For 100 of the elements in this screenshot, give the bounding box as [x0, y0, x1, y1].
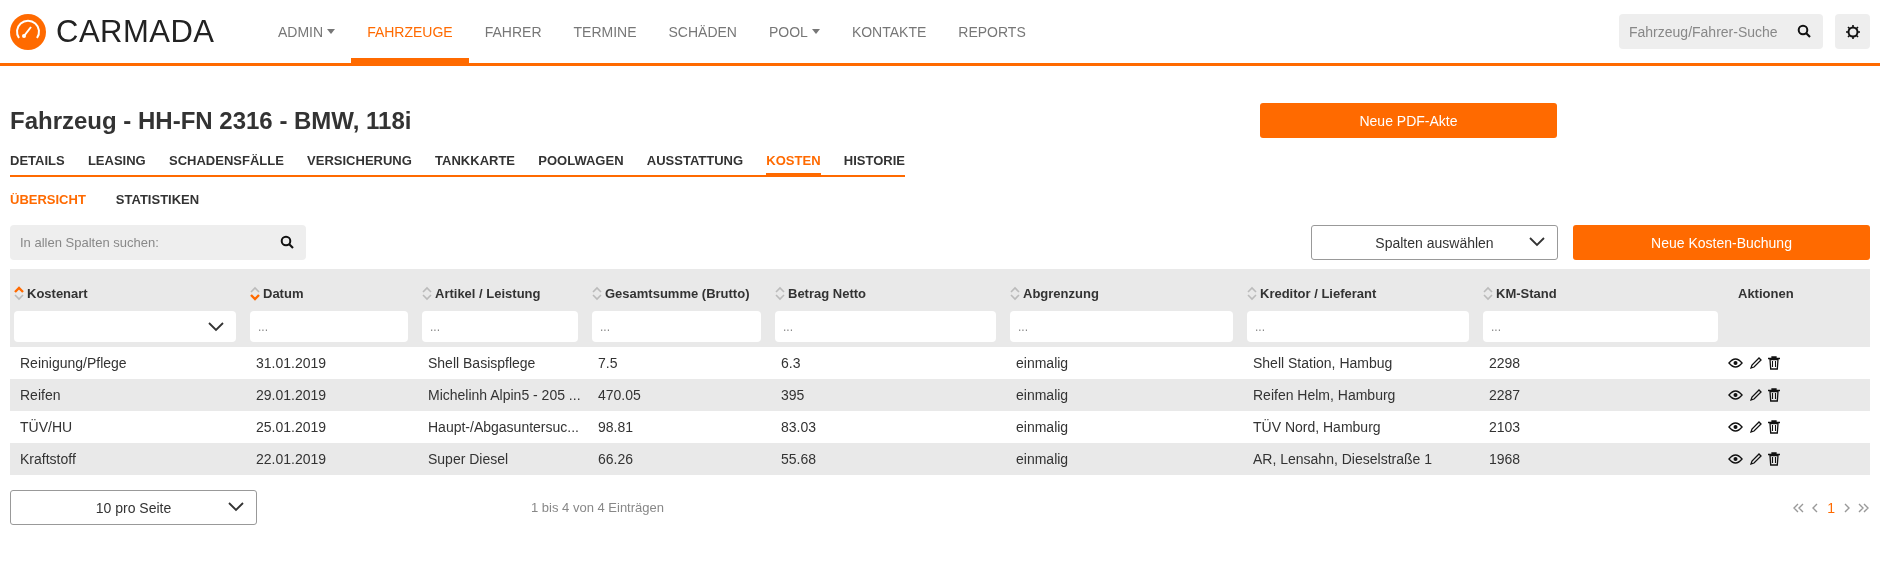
edit-button[interactable]: [1749, 356, 1762, 370]
column-header[interactable]: KM-Stand: [1496, 285, 1557, 301]
column-header[interactable]: Artikel / Leistung: [435, 285, 541, 301]
table-cell-text: 66.26: [597, 451, 634, 467]
tab[interactable]: LEASING: [87, 147, 146, 177]
first-page-icon[interactable]: [1792, 502, 1805, 513]
column-header[interactable]: Datum: [263, 285, 304, 301]
previous-page-icon[interactable]: [1812, 502, 1820, 513]
edit-button[interactable]: [1749, 388, 1762, 402]
table-cell-text: 25.01.2019: [255, 419, 327, 435]
table-cell-text: TÜV/HU: [19, 419, 73, 435]
chevron-icon: [228, 502, 244, 512]
table-cell-text: einmalig: [1015, 451, 1069, 467]
last-page-icon[interactable]: [1858, 502, 1870, 513]
trash-icon: [1768, 388, 1780, 402]
nav-item[interactable]: POOL: [752, 0, 836, 63]
table-cell-text: Reinigung/Pflege: [19, 355, 127, 371]
table-cell-text: 2298: [1488, 355, 1521, 371]
table-cell-text: 29.01.2019: [255, 387, 327, 403]
table-cell-text: Haupt-/Abgasuntersuc...: [427, 419, 579, 435]
tab[interactable]: HISTORIE: [843, 147, 905, 177]
table-cell-text: 98.81: [597, 419, 634, 435]
table-cell-text: Kraftstoff: [19, 451, 76, 467]
eye-icon: [1728, 422, 1743, 432]
table-cell-text: 7.5: [597, 355, 618, 371]
delete-button[interactable]: [1768, 420, 1780, 434]
view-button[interactable]: [1728, 422, 1743, 432]
column-header[interactable]: Betrag Netto: [788, 285, 866, 301]
filter-field[interactable]: ...: [1010, 311, 1233, 342]
nav-item[interactable]: REPORTS: [942, 0, 1042, 63]
tab[interactable]: SCHADENSFÄLLE: [169, 147, 284, 177]
edit-button[interactable]: [1749, 420, 1762, 434]
page-size-select[interactable]: 10 pro Seite: [10, 490, 257, 525]
search-icon[interactable]: [1797, 24, 1811, 38]
nav-item[interactable]: TERMINE: [557, 0, 653, 63]
table-cell-text: 6.3: [780, 355, 801, 371]
view-button[interactable]: [1728, 358, 1743, 368]
trash-icon: [1768, 356, 1780, 370]
column-select[interactable]: Spalten auswählen: [1311, 225, 1558, 260]
filter-field[interactable]: ...: [775, 311, 996, 342]
filter-field[interactable]: ...: [422, 311, 578, 342]
column-header[interactable]: Abgrenzung: [1023, 285, 1099, 301]
edit-button[interactable]: [1749, 452, 1762, 466]
table-cell-text: 2103: [1488, 419, 1521, 435]
eye-icon: [1728, 358, 1743, 368]
trash-icon: [1768, 452, 1780, 466]
tab[interactable]: VERSICHERUNG: [307, 147, 412, 177]
filter-field[interactable]: ...: [250, 311, 408, 342]
column-header[interactable]: Aktionen: [1738, 285, 1794, 301]
view-button[interactable]: [1728, 390, 1743, 400]
tab[interactable]: TANKKARTE: [435, 147, 516, 177]
page-title: Fahrzeug - HH-FN 2316 - BMW, 118i: [10, 106, 412, 135]
table-cell-text: einmalig: [1015, 387, 1069, 403]
pencil-icon: [1749, 388, 1762, 402]
table-search-field[interactable]: In allen Spalten suchen:: [10, 225, 306, 260]
search-field[interactable]: Fahrzeug/Fahrer-Suche: [1619, 14, 1823, 49]
nav-item[interactable]: SCHÄDEN: [652, 0, 753, 63]
delete-button[interactable]: [1768, 356, 1780, 370]
eye-icon: [1728, 390, 1743, 400]
column-header[interactable]: Gesamtsumme (Brutto): [605, 285, 750, 301]
view-button[interactable]: [1728, 454, 1743, 464]
chevron-icon: [208, 322, 224, 332]
filter-field[interactable]: ...: [1483, 311, 1718, 342]
settings-icon: [1844, 23, 1861, 40]
column-header[interactable]: Kreditor / Lieferant: [1260, 285, 1377, 301]
table-cell-text: 55.68: [780, 451, 817, 467]
delete-button[interactable]: [1768, 388, 1780, 402]
chevron-icon: [1529, 237, 1545, 247]
table-cell-text: 83.03: [780, 419, 817, 435]
delete-button[interactable]: [1768, 452, 1780, 466]
pencil-icon: [1749, 420, 1762, 434]
subtab[interactable]: STATISTIKEN: [115, 192, 200, 207]
pencil-icon: [1749, 452, 1762, 466]
tab[interactable]: AUSSTATTUNG: [646, 147, 744, 177]
table-cell-text: 1968: [1488, 451, 1521, 467]
filter-field[interactable]: ...: [1247, 311, 1469, 342]
settings-button[interactable]: [1835, 14, 1870, 49]
eye-icon: [1728, 454, 1743, 464]
speedometer-logo-icon: [10, 13, 46, 50]
nav-item[interactable]: ADMIN: [262, 0, 352, 63]
next-page-icon[interactable]: [1843, 502, 1850, 513]
search-icon[interactable]: [280, 235, 294, 249]
column-header[interactable]: Kostenart: [27, 285, 88, 301]
nav-item[interactable]: FAHRER: [468, 0, 558, 63]
table-cell-text: Super Diesel: [427, 451, 509, 467]
table-cell-text: AR, Lensahn, Dieselstraße 1: [1252, 451, 1432, 467]
entries-info: 1 bis 4 von 4 Einträgen: [531, 500, 664, 515]
table-cell-text: einmalig: [1015, 355, 1069, 371]
table-cell-text: TÜV Nord, Hamburg: [1252, 419, 1381, 435]
table-cell-text: 395: [780, 387, 805, 403]
filter-field[interactable]: ...: [592, 311, 761, 342]
nav-item[interactable]: KONTAKTE: [835, 0, 943, 63]
tab[interactable]: DETAILS: [10, 147, 65, 177]
pencil-icon: [1749, 356, 1762, 370]
table-cell-text: 470.05: [597, 387, 641, 403]
tab[interactable]: POOLWAGEN: [538, 147, 624, 177]
table-cell-text: Shell Basispflege: [427, 355, 536, 371]
table-cell-text: Reifen: [19, 387, 61, 403]
table-cell-text: 31.01.2019: [255, 355, 327, 371]
table-cell-text: einmalig: [1015, 419, 1069, 435]
